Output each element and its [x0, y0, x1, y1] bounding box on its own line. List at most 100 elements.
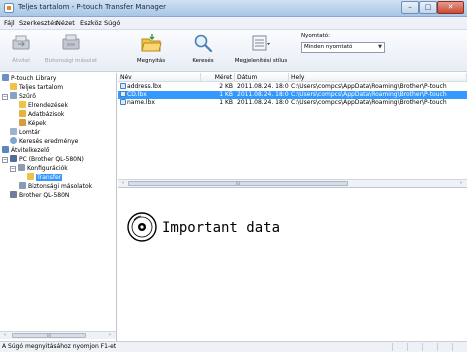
label-preview: Important data — [118, 189, 467, 341]
menu-edit[interactable]: Szerkesztés — [19, 19, 57, 27]
menu-bar: Fájl Szerkesztés Nézet Eszköz Súgó — [0, 17, 467, 30]
computer-icon — [10, 155, 17, 162]
view-style-button[interactable]: Megjelenítési stílus — [232, 32, 290, 64]
folder-icon — [19, 182, 26, 189]
tree-item-kepek[interactable]: Képek — [19, 119, 46, 128]
transfer-icon — [12, 35, 30, 50]
menu-help[interactable]: Súgó — [104, 19, 120, 27]
file-name: address.lbx — [127, 83, 162, 90]
file-name: name.lbx — [127, 99, 155, 106]
tree-horizontal-scrollbar[interactable]: ‹ III › — [0, 331, 116, 339]
backup-icon — [62, 34, 80, 50]
scroll-right-arrow[interactable]: › — [106, 332, 114, 339]
file-location: C:\Users\compcs\AppData\Roaming\Brother\… — [291, 99, 447, 106]
scroll-left-arrow[interactable]: ‹ — [119, 180, 127, 187]
open-label: Megnyitás — [136, 58, 166, 64]
tree-item-biztonsagi-masolatok[interactable]: Biztonsági másolatok — [19, 182, 92, 191]
backup-button[interactable]: Biztonsági másolat — [40, 32, 102, 64]
magnifier-icon — [194, 34, 213, 53]
search-label: Keresés — [192, 58, 214, 64]
image-icon — [19, 119, 26, 126]
collapse-icon[interactable]: − — [10, 166, 16, 172]
toolbar: Átvitel Biztonsági másolat Megnyitás Ker… — [0, 30, 467, 72]
file-row-address[interactable]: address.lbx 2 KB 2011.08.24. 18:00:51 C:… — [118, 83, 467, 91]
layout-icon — [19, 101, 26, 108]
file-date: 2011.08.24. 18:01:32 — [237, 99, 289, 106]
status-panel — [437, 343, 451, 351]
column-header-location[interactable]: Hely — [289, 73, 467, 82]
resize-grip-icon[interactable] — [452, 343, 466, 351]
label-file-icon — [120, 83, 126, 89]
view-style-label: Megjelenítési stílus — [234, 58, 288, 64]
maximize-button[interactable]: □ — [419, 1, 437, 14]
status-panel — [392, 343, 406, 351]
file-date: 2011.08.24. 18:00:51 — [237, 83, 289, 90]
tree-item-adatbazisok[interactable]: Adatbázisok — [19, 110, 64, 119]
tree-item-teljes-tartalom[interactable]: Teljes tartalom — [10, 83, 63, 92]
folder-icon — [10, 83, 17, 90]
search-icon — [10, 137, 17, 144]
scroll-thumb[interactable]: III — [12, 333, 86, 338]
tree-item-konfiguraciok[interactable]: − Konfigurációk — [10, 164, 68, 173]
transfer-button[interactable]: Átvitel — [4, 32, 38, 64]
tree-item-szuro[interactable]: − Szűrő — [2, 92, 36, 101]
title-bar: Teljes tartalom - P-touch Transfer Manag… — [0, 0, 467, 17]
status-text: A Súgó megnyitásához nyomjon F1-et — [2, 343, 117, 350]
tree-item-brother-ql-580n[interactable]: Brother QL-580N — [10, 191, 69, 200]
file-location: C:\Users\compcs\AppData\Roaming\Brother\… — [291, 83, 447, 90]
file-date: 2011.08.24. 18:01:11 — [237, 91, 289, 98]
status-panel — [422, 343, 436, 351]
view-style-icon — [252, 35, 270, 51]
column-header-date[interactable]: Dátum — [235, 73, 289, 82]
collapse-icon[interactable]: − — [2, 157, 8, 163]
minimize-button[interactable]: – — [401, 1, 419, 14]
status-bar: A Súgó megnyitásához nyomjon F1-et — [0, 341, 467, 352]
transfer-manager-icon — [2, 146, 9, 153]
printer-select[interactable]: Minden nyomtató ▼ — [301, 42, 385, 53]
app-icon[interactable] — [4, 3, 14, 13]
file-name: CD.lbx — [127, 91, 147, 98]
menu-tools[interactable]: Eszköz — [80, 19, 102, 27]
preview-label-text: Important data — [162, 220, 281, 236]
collapse-icon[interactable]: − — [2, 94, 8, 100]
file-row-name[interactable]: name.lbx 1 KB 2011.08.24. 18:01:32 C:\Us… — [118, 99, 467, 107]
folder-icon — [18, 164, 25, 171]
list-horizontal-scrollbar[interactable]: ‹ III › — [118, 179, 467, 187]
printer-select-value: Minden nyomtató — [304, 44, 353, 50]
scroll-thumb[interactable]: III — [128, 181, 348, 186]
close-button[interactable]: ✕ — [437, 1, 464, 14]
column-header-name[interactable]: Név — [118, 73, 201, 82]
chevron-down-icon: ▼ — [378, 44, 382, 50]
backup-label: Biztonsági másolat — [44, 58, 98, 64]
transfer-label: Átvitel — [12, 58, 30, 64]
file-size: 1 KB — [219, 91, 233, 98]
scroll-left-arrow[interactable]: ‹ — [1, 332, 9, 339]
scroll-right-arrow[interactable]: › — [457, 180, 465, 187]
menu-file[interactable]: Fájl — [4, 19, 15, 27]
menu-view[interactable]: Nézet — [56, 19, 75, 27]
search-button[interactable]: Keresés — [186, 32, 220, 64]
file-location: C:\Users\compcs\AppData\Roaming\Brother\… — [291, 91, 447, 98]
trash-icon — [10, 128, 17, 135]
tree-item-pc[interactable]: − PC (Brother QL-580N) — [2, 155, 84, 164]
tree-item-p-touch-library[interactable]: P-touch Library — [2, 74, 56, 83]
file-size: 2 KB — [219, 83, 233, 90]
tree-item-elrendezesek[interactable]: Elrendezések — [19, 101, 68, 110]
tree-item-atvitelkezelo[interactable]: Átvitelkezelő — [2, 146, 49, 155]
filter-icon — [10, 92, 17, 99]
file-size: 1 KB — [219, 99, 233, 106]
printer-label: Nyomtató: — [301, 33, 330, 39]
tree-item-transfer[interactable]: Transfer — [27, 173, 63, 182]
printer-icon — [10, 191, 17, 198]
tree-item-lomtar[interactable]: Lomtár — [10, 128, 40, 137]
open-button[interactable]: Megnyitás — [131, 32, 171, 64]
label-file-icon — [120, 91, 126, 97]
database-icon — [19, 110, 26, 117]
file-list: Név Méret Dátum Hely address.lbx 2 KB 20… — [118, 73, 467, 188]
folder-open-icon — [141, 34, 162, 52]
library-tree: P-touch Library Teljes tartalom − Szűrő E… — [0, 73, 117, 341]
status-panel — [407, 343, 421, 351]
tree-item-kereses-eredmenye[interactable]: Keresés eredménye — [10, 137, 78, 146]
column-header-size[interactable]: Méret — [201, 73, 235, 82]
file-row-cd[interactable]: CD.lbx 1 KB 2011.08.24. 18:01:11 C:\User… — [118, 91, 467, 99]
